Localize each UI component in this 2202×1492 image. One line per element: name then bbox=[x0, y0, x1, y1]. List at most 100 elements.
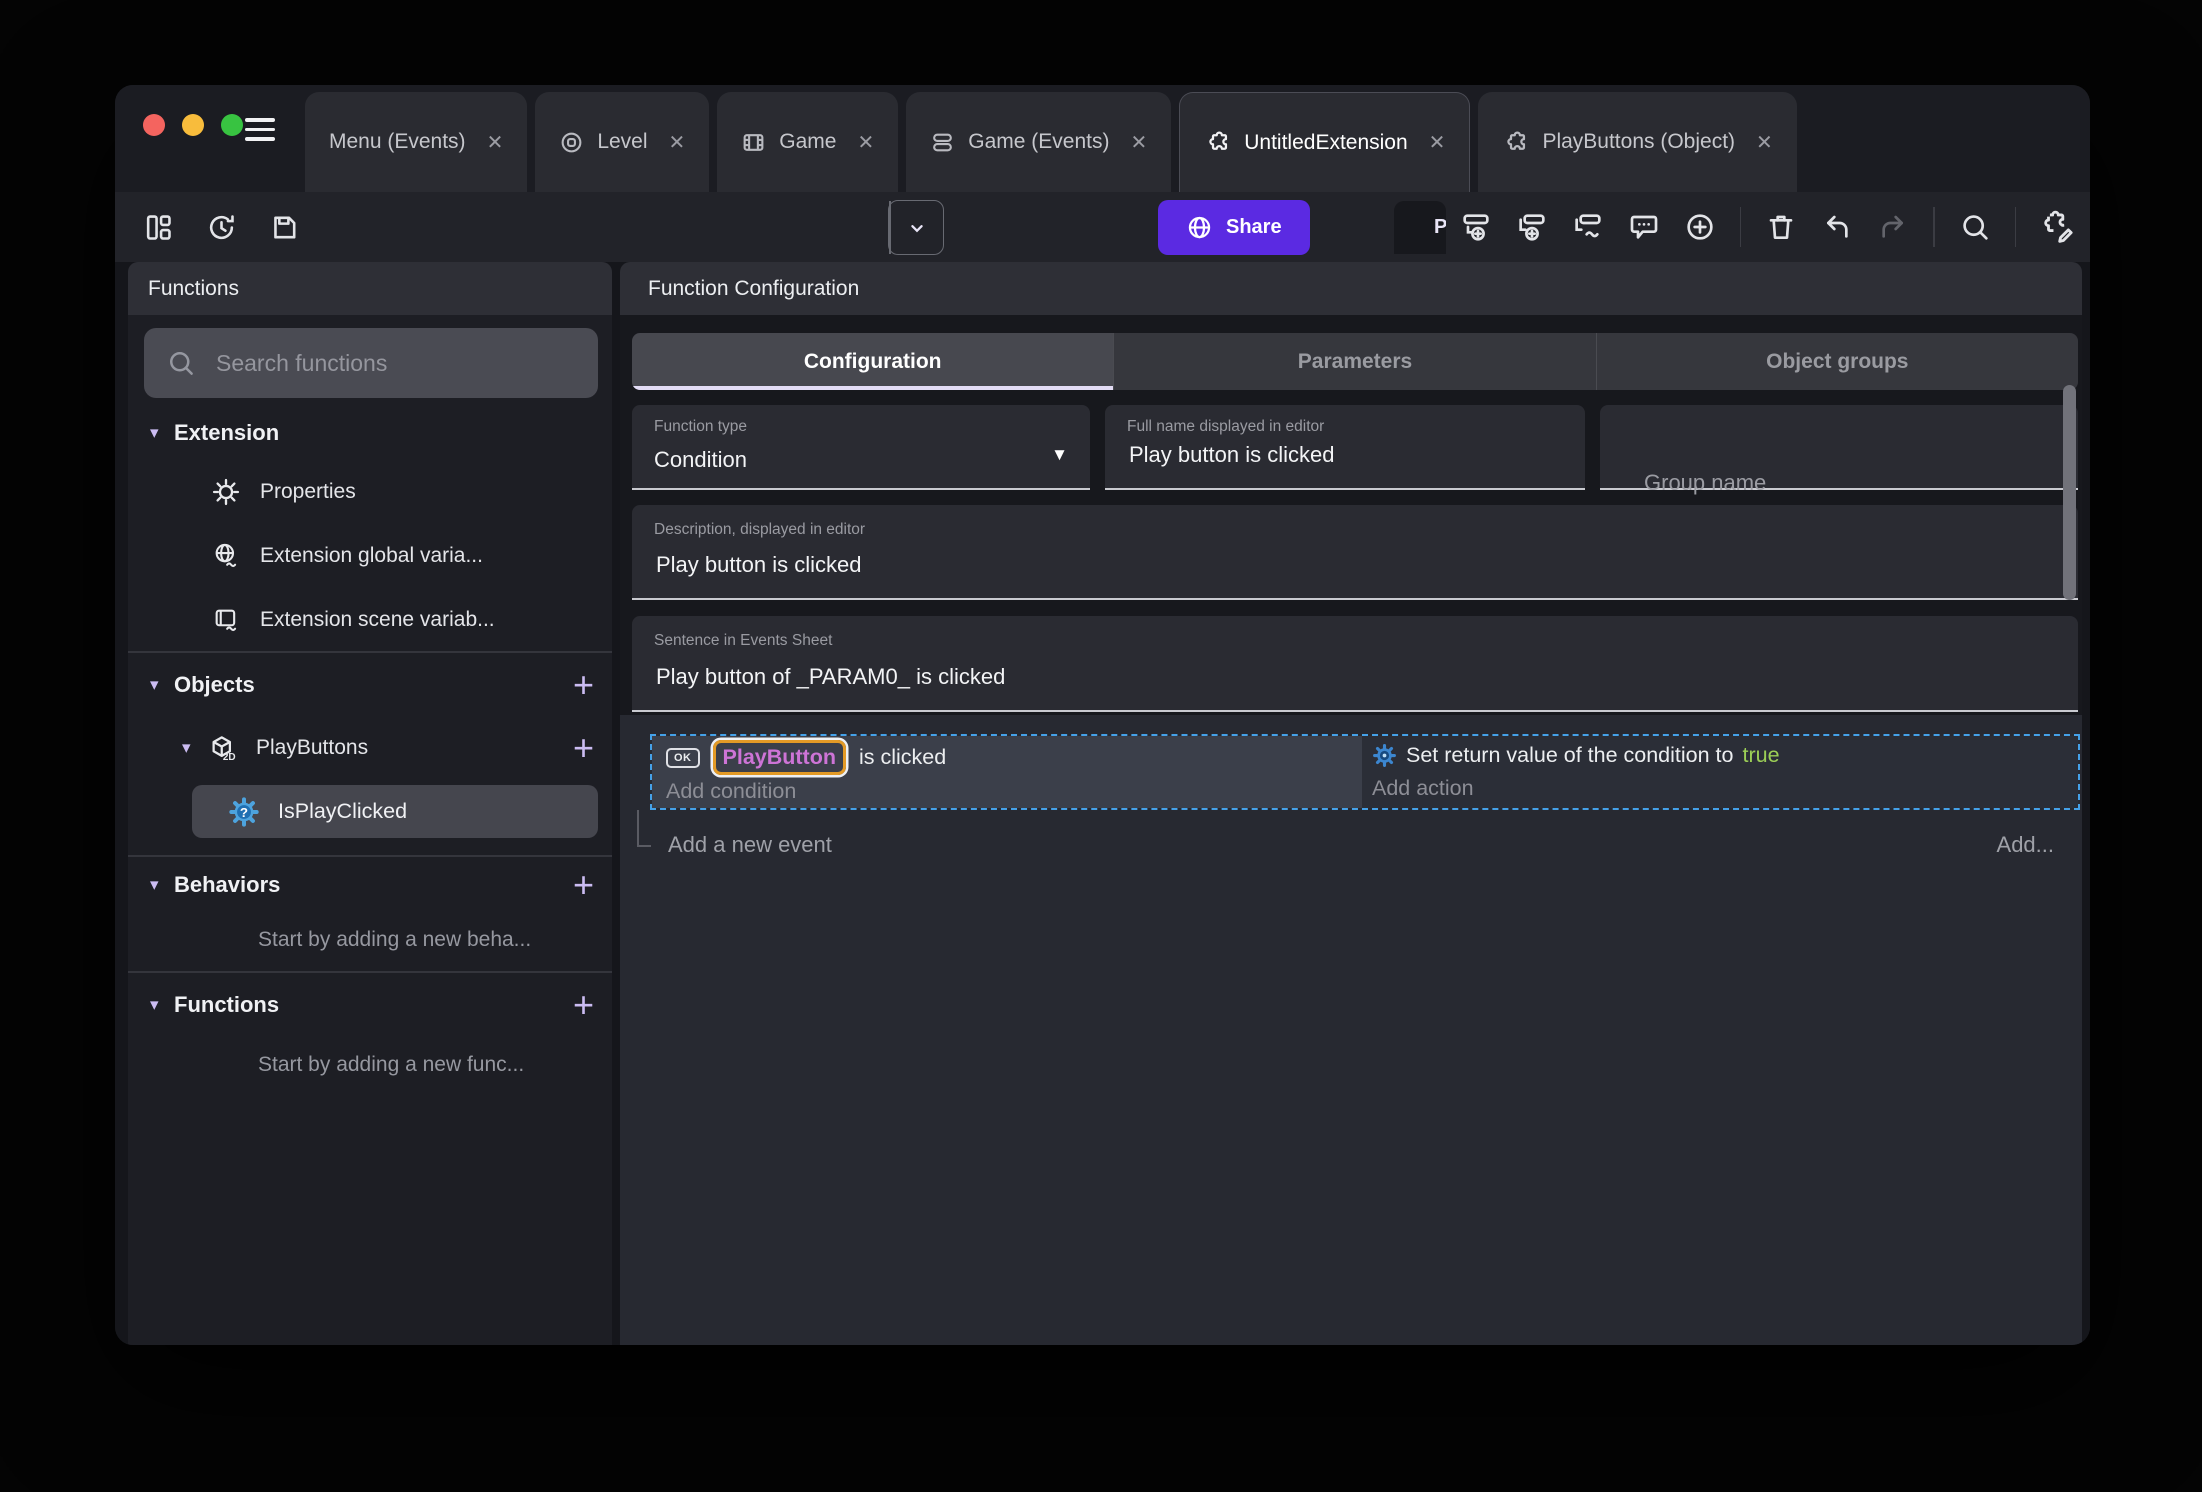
tab-untitled-extension[interactable]: UntitledExtension ✕ bbox=[1179, 92, 1471, 192]
tab-playbuttons-object[interactable]: PlayButtons (Object) ✕ bbox=[1478, 92, 1797, 192]
function-type-select[interactable]: Function type Condition ▼ bbox=[632, 405, 1090, 490]
redo-icon[interactable] bbox=[1877, 211, 1909, 243]
add-circle-icon[interactable] bbox=[1684, 211, 1716, 243]
group-name-field[interactable] bbox=[1600, 405, 2082, 524]
sidebar-section-objects[interactable]: ▾ Objects + bbox=[128, 663, 612, 707]
add-behavior-button[interactable]: + bbox=[573, 867, 594, 903]
sidebar-item-extension-global-variables[interactable]: Extension global varia... bbox=[128, 534, 612, 578]
sidebar-body: ▾ Extension Properties Extension global … bbox=[128, 315, 612, 1345]
tab-label: Menu (Events) bbox=[329, 130, 466, 153]
add-more-button[interactable]: Add... bbox=[1997, 832, 2054, 858]
sidebar-item-playbuttons[interactable]: ▾ 2D PlayButtons + bbox=[128, 726, 612, 770]
full-name-input[interactable] bbox=[1127, 441, 1563, 469]
section-label: Objects bbox=[174, 672, 255, 697]
add-object-button[interactable]: + bbox=[573, 667, 594, 703]
close-tab-icon[interactable]: ✕ bbox=[857, 130, 874, 155]
add-sub-event-icon[interactable] bbox=[1460, 211, 1492, 243]
object-name-chip[interactable]: PlayButton bbox=[712, 740, 846, 775]
section-label: Behaviors bbox=[174, 872, 281, 897]
item-label: Extension scene variab... bbox=[260, 608, 495, 631]
undo-icon[interactable] bbox=[1821, 211, 1853, 243]
trash-icon[interactable] bbox=[1765, 211, 1797, 243]
button-object-icon: OK bbox=[666, 747, 700, 768]
tab-object-groups[interactable]: Object groups bbox=[1596, 333, 2078, 390]
condition-line[interactable]: OK PlayButton is clicked bbox=[666, 740, 1362, 775]
conditions-column: OK PlayButton is clicked Add condition bbox=[652, 736, 1362, 808]
tab-game-events[interactable]: Game (Events) ✕ bbox=[906, 92, 1172, 192]
item-label: PlayButtons bbox=[256, 736, 369, 759]
tab-level[interactable]: Level ✕ bbox=[535, 92, 710, 192]
search-functions-box[interactable] bbox=[144, 328, 598, 398]
preview-button[interactable]: Preview bbox=[888, 200, 1446, 255]
actions-column: Set return value of the condition to tru… bbox=[1362, 736, 2078, 808]
globe-icon bbox=[1188, 216, 1211, 239]
action-line[interactable]: Set return value of the condition to tru… bbox=[1372, 743, 2078, 768]
share-button[interactable]: Share bbox=[1158, 200, 1310, 255]
sidebar-section-behaviors[interactable]: ▾ Behaviors + bbox=[128, 863, 612, 907]
sentence-input[interactable] bbox=[654, 663, 2056, 691]
history-icon[interactable] bbox=[206, 212, 237, 243]
tab-parameters[interactable]: Parameters bbox=[1114, 333, 1597, 390]
sidebar-section-functions[interactable]: ▾ Functions + bbox=[128, 983, 612, 1027]
zoom-window-button[interactable] bbox=[221, 114, 243, 136]
edit-extension-icon[interactable] bbox=[2040, 210, 2074, 244]
add-function-button[interactable]: + bbox=[573, 987, 594, 1023]
section-label: Functions bbox=[174, 992, 280, 1017]
minimize-window-button[interactable] bbox=[182, 114, 204, 136]
toolbar-left-icons bbox=[143, 192, 300, 262]
empty-text: Start by adding a new func... bbox=[258, 1053, 525, 1076]
close-tab-icon[interactable]: ✕ bbox=[1429, 130, 1446, 155]
sentence-field[interactable]: Sentence in Events Sheet bbox=[632, 616, 2078, 712]
gear-icon bbox=[212, 478, 240, 506]
close-window-button[interactable] bbox=[143, 114, 165, 136]
action-value[interactable]: true bbox=[1743, 743, 1780, 768]
field-label: Function type bbox=[654, 418, 748, 435]
app-window: Menu (Events) ✕ Level ✕ Game ✕ Game (Eve… bbox=[115, 85, 2090, 1345]
share-label: Share bbox=[1226, 216, 1282, 238]
empty-text: Start by adding a new beha... bbox=[258, 928, 532, 951]
game-icon bbox=[743, 133, 764, 151]
event-row-selected[interactable]: OK PlayButton is clicked Add condition S… bbox=[650, 734, 2080, 810]
description-input[interactable] bbox=[654, 551, 2056, 579]
comment-icon[interactable] bbox=[1628, 211, 1660, 243]
add-new-event-button[interactable]: Add a new event bbox=[668, 832, 832, 858]
tab-game[interactable]: Game ✕ bbox=[717, 92, 899, 192]
description-field[interactable]: Description, displayed in editor bbox=[632, 505, 2078, 600]
add-condition-button[interactable]: Add condition bbox=[666, 779, 1362, 804]
traffic-lights bbox=[143, 114, 243, 136]
search-icon[interactable] bbox=[1959, 211, 1991, 243]
sidebar-section-extension[interactable]: ▾ Extension bbox=[128, 411, 612, 455]
save-icon[interactable] bbox=[269, 212, 300, 243]
close-tab-icon[interactable]: ✕ bbox=[1756, 130, 1773, 155]
tab-configuration[interactable]: Configuration bbox=[632, 333, 1115, 390]
toolbar-right-icons bbox=[1460, 192, 2075, 262]
add-event-icon[interactable] bbox=[1516, 211, 1548, 243]
menu-hamburger-icon[interactable] bbox=[245, 118, 275, 141]
add-function-to-object-button[interactable]: + bbox=[573, 730, 594, 766]
sidebar-item-properties[interactable]: Properties bbox=[128, 470, 612, 514]
full-name-field[interactable]: Full name displayed in editor bbox=[1105, 405, 1585, 490]
layout-icon[interactable] bbox=[143, 212, 174, 243]
events-sheet: OK PlayButton is clicked Add condition S… bbox=[620, 715, 2082, 1345]
active-tab-underline bbox=[632, 386, 1114, 390]
vertical-scrollbar[interactable] bbox=[2063, 385, 2076, 600]
preview-dropdown-button[interactable] bbox=[891, 201, 943, 254]
close-tab-icon[interactable]: ✕ bbox=[487, 130, 504, 155]
add-wave-event-icon[interactable] bbox=[1572, 211, 1604, 243]
sidebar-item-isplayclicked-selected[interactable]: ? IsPlayClicked bbox=[192, 785, 598, 838]
tab-label: Parameters bbox=[1297, 349, 1413, 373]
sidebar-divider bbox=[128, 971, 612, 973]
close-tab-icon[interactable]: ✕ bbox=[669, 130, 686, 155]
svg-text:2D: 2D bbox=[223, 752, 236, 763]
sidebar-item-extension-scene-variables[interactable]: Extension scene variab... bbox=[128, 598, 612, 642]
add-action-button[interactable]: Add action bbox=[1372, 776, 2078, 801]
field-value: Condition bbox=[654, 447, 747, 472]
search-functions-input[interactable] bbox=[214, 348, 576, 378]
configuration-tabs: Configuration Parameters Object groups bbox=[632, 333, 2078, 390]
item-label: IsPlayClicked bbox=[278, 799, 408, 823]
field-label: Description, displayed in editor bbox=[654, 521, 866, 538]
tab-menu-events[interactable]: Menu (Events) ✕ bbox=[305, 92, 528, 192]
close-tab-icon[interactable]: ✕ bbox=[1130, 130, 1147, 155]
tab-label: Configuration bbox=[803, 349, 942, 373]
sidebar-divider bbox=[128, 855, 612, 857]
